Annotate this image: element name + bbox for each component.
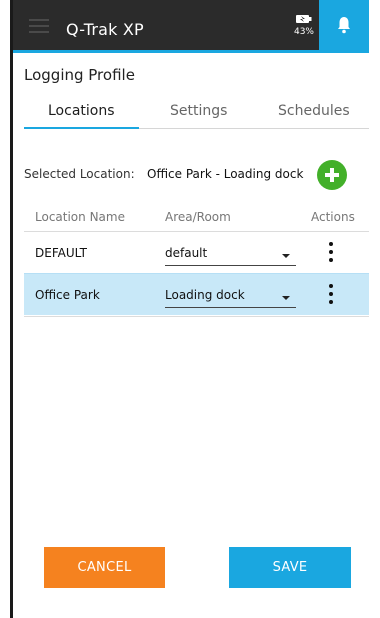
app-frame: Q-Trak XP 43% Logging Profile Locations … <box>0 0 380 618</box>
area-room-value: Loading dock <box>165 288 245 302</box>
selected-location-value: Office Park - Loading dock <box>147 167 304 181</box>
table-row[interactable]: DEFAULT default <box>24 231 369 273</box>
battery-icon <box>296 15 312 23</box>
location-name-cell: Office Park <box>35 288 100 302</box>
active-tab-indicator <box>24 127 139 129</box>
location-name-cell: DEFAULT <box>35 246 87 260</box>
device-bezel-right <box>369 0 380 618</box>
kebab-menu-icon[interactable] <box>324 283 338 307</box>
app-title: Q-Trak XP <box>66 20 144 39</box>
tab-locations[interactable]: Locations <box>48 103 115 119</box>
bell-icon <box>338 17 350 34</box>
table-row-selected[interactable]: Office Park Loading dock <box>24 273 369 315</box>
area-room-dropdown[interactable]: default <box>165 244 296 266</box>
selected-location-label: Selected Location: <box>24 167 135 181</box>
save-button[interactable]: SAVE <box>229 547 351 588</box>
table-divider <box>24 316 369 317</box>
tab-schedules[interactable]: Schedules <box>278 103 350 119</box>
battery-status: 43% <box>290 10 318 46</box>
column-header-actions: Actions <box>311 210 355 224</box>
hamburger-icon[interactable] <box>29 19 49 33</box>
column-header-location-name: Location Name <box>35 210 125 224</box>
battery-percent: 43% <box>293 27 314 37</box>
caret-down-icon <box>282 296 290 300</box>
cancel-button[interactable]: CANCEL <box>44 547 165 588</box>
caret-down-icon <box>282 254 290 258</box>
app-header: Q-Trak XP 43% <box>13 0 369 52</box>
column-header-area-room: Area/Room <box>165 210 231 224</box>
add-location-button[interactable] <box>317 160 347 190</box>
kebab-menu-icon[interactable] <box>324 241 338 265</box>
header-accent-bar <box>13 50 369 53</box>
tab-settings[interactable]: Settings <box>170 103 227 119</box>
page-title: Logging Profile <box>24 66 135 84</box>
device-bezel-left <box>10 0 13 618</box>
area-room-dropdown[interactable]: Loading dock <box>165 286 296 308</box>
area-room-value: default <box>165 246 208 260</box>
notifications-button[interactable] <box>319 0 369 50</box>
plus-icon <box>325 168 339 182</box>
